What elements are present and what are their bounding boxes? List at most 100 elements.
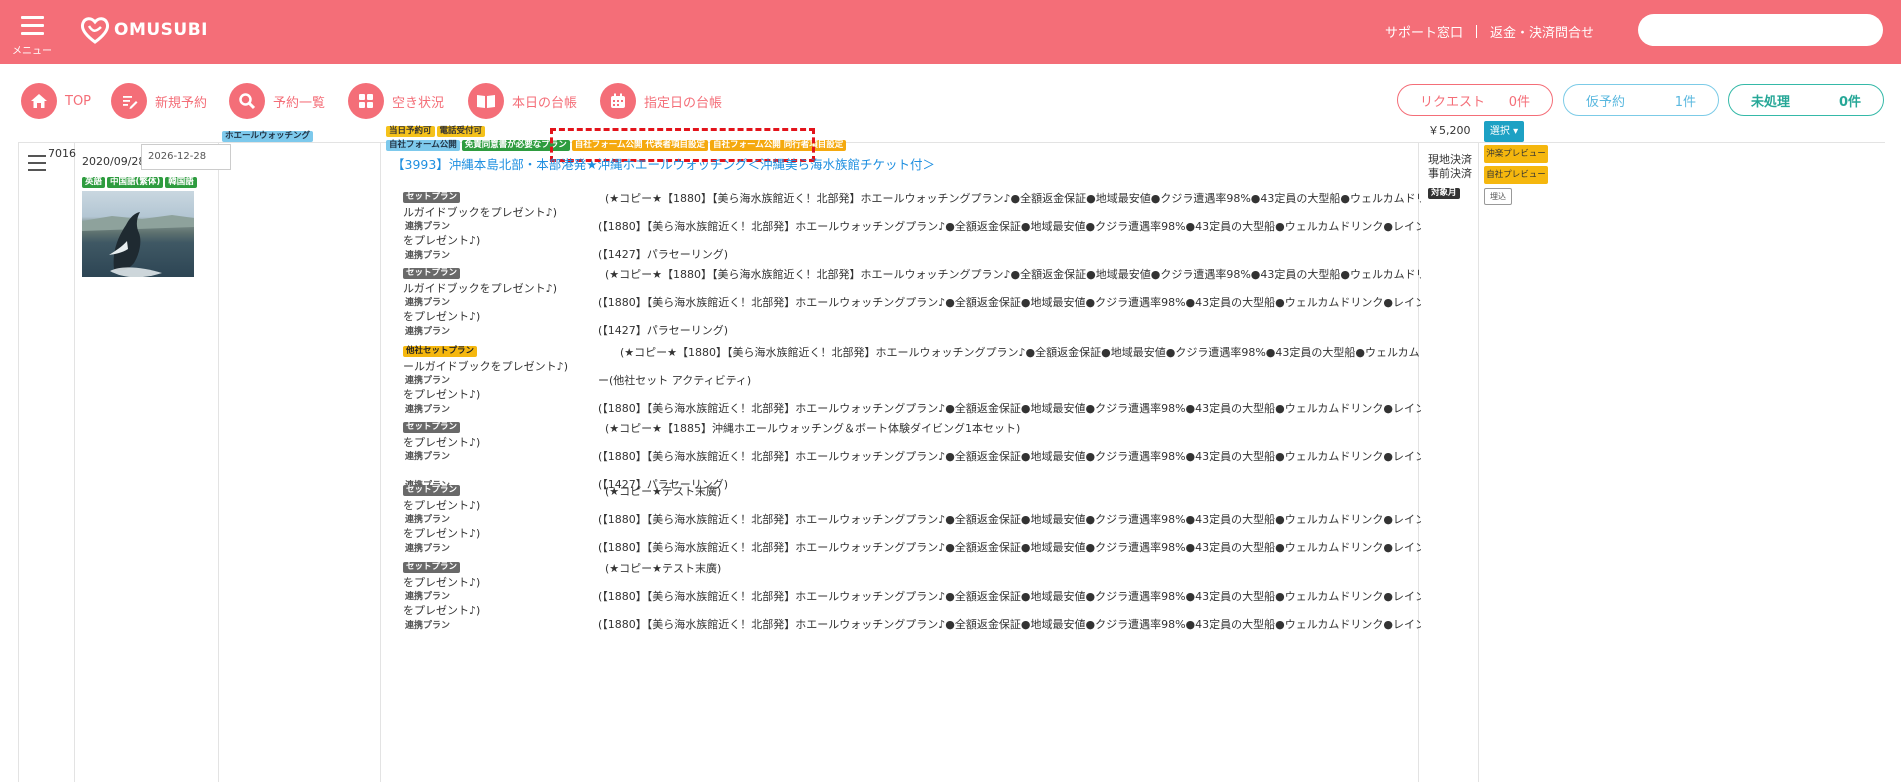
plan-tags-row1: 当日予約可 電話受付可 (386, 126, 487, 137)
set-type-tag: セットプラン (403, 268, 461, 279)
header-links: サポート窓口 返金・決済問合せ (1385, 22, 1594, 41)
menu-button[interactable]: メニュー (0, 0, 64, 64)
logo-text: OMUSUBI (114, 20, 209, 40)
hamburger-icon (21, 16, 44, 40)
linked-plan-label: 連携プラン (405, 327, 451, 337)
set-plan-description[interactable]: (【1880】【美ら海水族館近く！北部発】ホエールウォッチングプラン♪●全額返金… (598, 294, 1421, 310)
set-type-tag: 他社セットプラン (403, 346, 478, 357)
set-sub-text: をプレゼント♪) (403, 499, 481, 512)
set-plan-description[interactable]: (【1880】【美ら海水族館近く！北部発】ホエールウォッチングプラン♪●全額返金… (598, 616, 1421, 632)
set-type-tag: セットプラン (403, 422, 461, 433)
nav-booking-list[interactable]: 予約一覧 (229, 82, 325, 120)
refund-link[interactable]: 返金・決済問合せ (1490, 22, 1594, 41)
tentative-count-button[interactable]: 仮予約 1件 (1563, 84, 1719, 116)
linked-plan-label: 連携プラン (405, 376, 451, 386)
linked-plan-label: 連携プラン (405, 592, 451, 602)
linked-plan-label: 連携プラン (405, 452, 451, 462)
set-plan-description[interactable]: (【1427】パラセーリング) (598, 322, 1421, 338)
set-plan-description[interactable]: (【1880】【美ら海水族館近く！北部発】ホエールウォッチングプラン♪●全額返金… (598, 218, 1421, 234)
tentative-label: 仮予約 (1586, 94, 1626, 110)
payment-advance: 事前決済 (1428, 167, 1472, 180)
set-sub-text: をプレゼント♪) (403, 527, 481, 540)
nav-top[interactable]: TOP (21, 82, 91, 120)
select-label: 選択 (1489, 126, 1510, 137)
nav-availability[interactable]: 空き状況 (348, 82, 444, 120)
select-dropdown-button[interactable]: 選択 ▾ (1484, 121, 1524, 142)
plan-id: 7016 (48, 147, 76, 160)
set-type-tag: セットプラン (403, 192, 461, 203)
plan-photo-whale[interactable] (82, 191, 194, 277)
set-sub-text: ルガイドブックをプレゼント♪) (403, 282, 557, 295)
set-plan-description[interactable]: (【1880】【美ら海水族館近く！北部発】ホエールウォッチングプラン♪●全額返金… (598, 588, 1421, 604)
linked-plan-label: 連携プラン (405, 222, 451, 232)
nav-new-booking[interactable]: 新規予約 (111, 82, 207, 120)
plan-tag: 電話受付可 (436, 126, 486, 137)
date-to-input[interactable]: 2026-12-28 (141, 144, 231, 170)
set-sub-text: をプレゼント♪) (403, 576, 481, 589)
nav-label: 指定日の台帳 (644, 95, 723, 111)
nav-label: 空き状況 (392, 95, 445, 111)
okiraku-preview-button[interactable]: 沖楽プレビュー (1484, 145, 1548, 163)
book-icon (468, 83, 504, 119)
set-sub-text: をプレゼント♪) (403, 234, 481, 247)
language-tag: 英語 (82, 177, 106, 188)
row-menu-icon[interactable] (28, 155, 46, 176)
set-plan-description[interactable]: (★コピー★テスト末廣) (605, 560, 1421, 576)
set-type-tag: セットプラン (403, 562, 461, 573)
set-sub-text: をプレゼント♪) (403, 388, 481, 401)
set-plan-description[interactable]: (【1880】【美ら海水族館近く！北部発】ホエールウォッチングプラン♪●全額返金… (598, 539, 1421, 555)
set-plan-description[interactable]: ー(他社セット アクティビティ) (598, 372, 1421, 388)
plan-tag: 当日予約可 (386, 126, 435, 137)
category-tag: ホエールウォッチング (222, 123, 315, 142)
set-sub-text: をプレゼント♪) (403, 604, 481, 617)
menu-label: メニュー (12, 46, 52, 57)
logo[interactable]: OMUSUBI (80, 16, 208, 44)
grid-icon (348, 83, 384, 119)
set-plan-description[interactable]: (【1427】パラセーリング) (598, 246, 1421, 262)
set-plan-description[interactable]: (★コピー★【1880】【美ら海水族館近く！北部発】ホエールウォッチングプラン♪… (605, 190, 1421, 206)
set-plan-description[interactable]: (★コピー★【1880】【美ら海水族館近く！北部発】ホエールウォッチングプラン♪… (605, 266, 1421, 282)
request-count: 0件 (1508, 94, 1530, 110)
linked-plan-label: 連携プラン (405, 298, 451, 308)
linked-plan-label: 連携プラン (405, 621, 451, 631)
divider (218, 143, 219, 782)
calendar-icon (600, 83, 636, 119)
set-sub-text: をプレゼント♪) (403, 310, 481, 323)
own-preview-button[interactable]: 自社プレビュー (1484, 166, 1548, 184)
set-type-tag: セットプラン (403, 485, 461, 496)
nav-label: 予約一覧 (273, 95, 326, 111)
price: ￥5,200 (1428, 124, 1471, 137)
set-plan-description[interactable]: (★コピー★【1885】沖縄ホエールウォッチング＆ボート体験ダイビング1本セット… (605, 420, 1421, 436)
plan-tag: 自社フォーム公開 (386, 140, 460, 151)
divider (74, 143, 75, 782)
set-plan-description[interactable]: (【1880】【美ら海水族館近く！北部発】ホエールウォッチングプラン♪●全額返金… (598, 400, 1421, 416)
language-tags: 英語 中国語(繁体) 韓国語 (82, 177, 199, 188)
unprocessed-count: 0件 (1838, 94, 1861, 110)
set-plan-description[interactable]: (【1880】【美ら海水族館近く！北部発】ホエールウォッチングプラン♪●全額返金… (598, 448, 1421, 464)
set-plan-description[interactable]: (★コピー★【1880】【美ら海水族館近く！北部発】ホエールウォッチングプラン♪… (620, 344, 1421, 360)
embed-button[interactable]: 埋込 (1484, 188, 1512, 205)
unprocessed-label: 未処理 (1751, 94, 1791, 110)
divider (1478, 143, 1479, 782)
divider (1476, 25, 1478, 38)
tentative-count: 1件 (1674, 94, 1696, 110)
unprocessed-count-button[interactable]: 未処理 0件 (1728, 84, 1884, 116)
search-icon (229, 83, 265, 119)
plan-title-link[interactable]: 【3993】沖縄本島北部・本部港発★沖縄ホエールウォッチング＜沖縄美ら海水族館チ… (392, 154, 935, 173)
set-sub-text: ールガイドブックをプレゼント♪) (403, 360, 568, 373)
whale-image-icon (82, 212, 194, 277)
support-link[interactable]: サポート窓口 (1385, 22, 1463, 41)
target-month-tag: 対象月 (1428, 180, 1462, 199)
nav-today-ledger[interactable]: 本日の台帳 (468, 82, 577, 120)
set-plan-description[interactable]: (★コピー★テスト末廣) (605, 483, 1421, 499)
set-sub-text: ルガイドブックをプレゼント♪) (403, 206, 557, 219)
request-count-button[interactable]: リクエスト 0件 (1397, 84, 1553, 116)
nav-date-ledger[interactable]: 指定日の台帳 (600, 82, 722, 120)
divider (380, 143, 381, 782)
set-plan-description[interactable]: (【1880】【美ら海水族館近く！北部発】ホエールウォッチングプラン♪●全額返金… (598, 511, 1421, 527)
header-search-input[interactable] (1638, 14, 1883, 46)
nav-label: 新規予約 (155, 95, 208, 111)
nav-label: 本日の台帳 (512, 95, 578, 111)
set-sub-text: をプレゼント♪) (403, 436, 481, 449)
category-label: ホエールウォッチング (222, 131, 314, 142)
